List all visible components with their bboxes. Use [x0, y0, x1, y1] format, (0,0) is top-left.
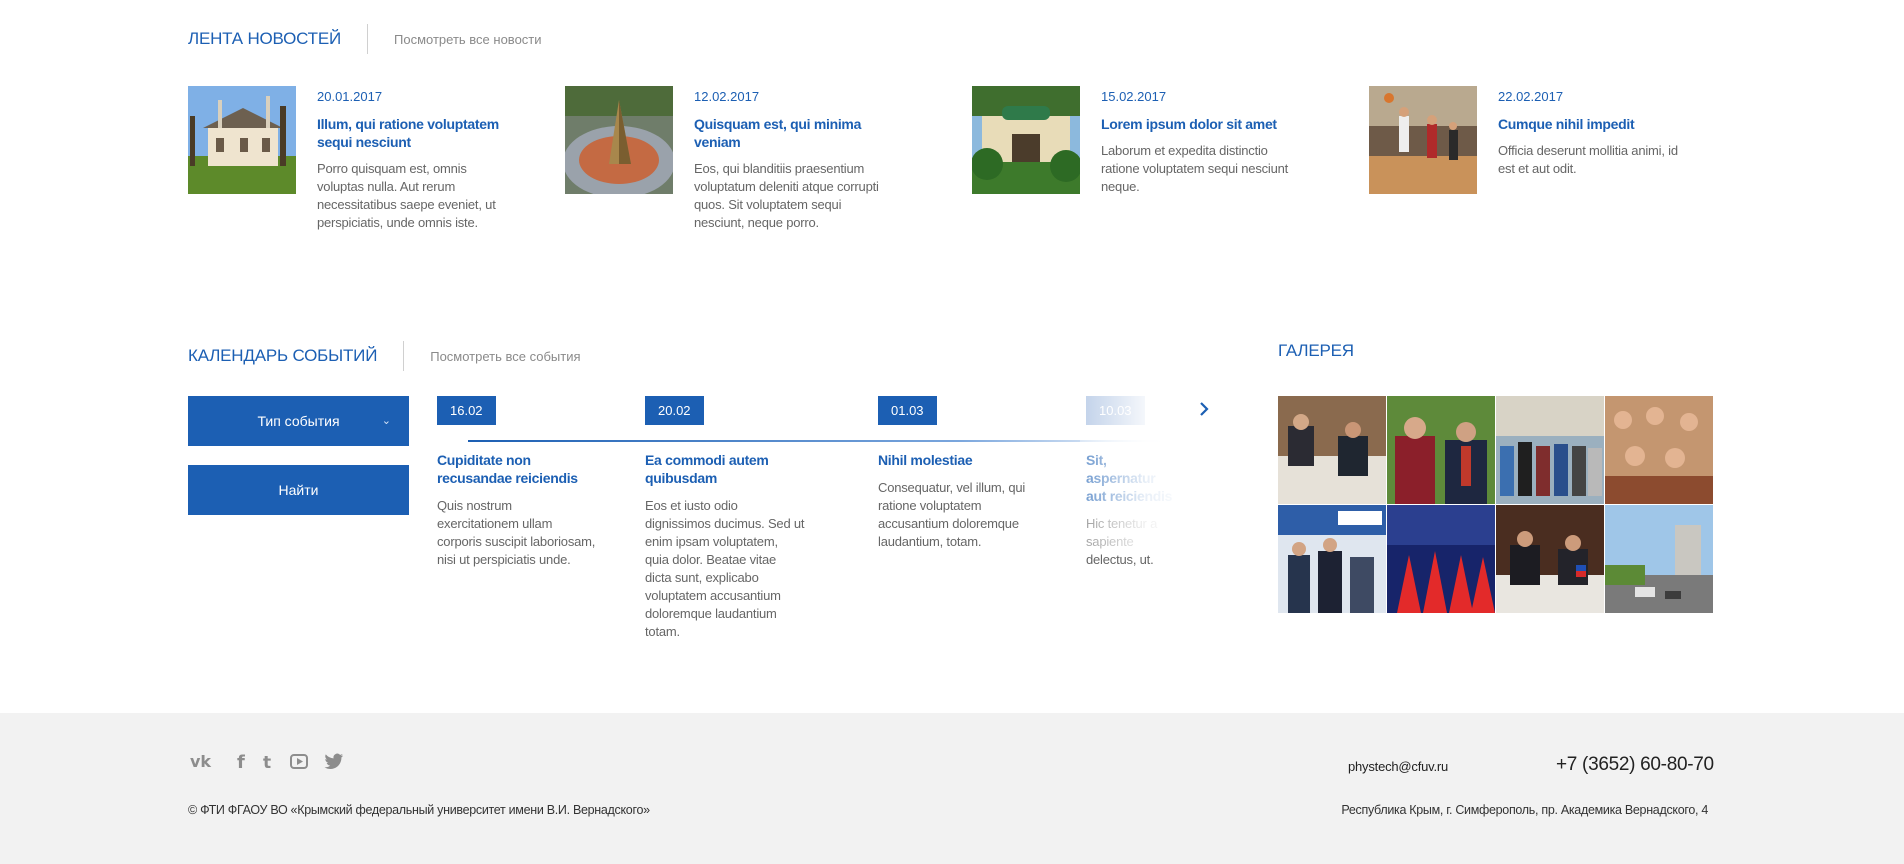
- divider: [403, 341, 405, 371]
- news-date: 22.02.2017: [1498, 89, 1564, 104]
- event-date-badge[interactable]: 20.02: [645, 396, 704, 425]
- find-button[interactable]: Найти: [188, 465, 409, 515]
- find-button-label: Найти: [278, 482, 319, 498]
- gallery-image[interactable]: [1605, 396, 1713, 504]
- news-thumbnail[interactable]: [972, 86, 1080, 194]
- news-body: 20.01.2017 Illum, qui ratione voluptatem…: [317, 86, 512, 232]
- gallery-image[interactable]: [1605, 505, 1713, 613]
- event-item: 01.03 Nihil molestiae Consequatur, vel i…: [878, 396, 1038, 551]
- event-title-link[interactable]: Ea commodi autem quibusdam: [645, 451, 805, 487]
- news-body: 22.02.2017 Cumque nihil impedit Officia …: [1498, 86, 1693, 194]
- gallery-image[interactable]: [1278, 396, 1386, 504]
- chevron-down-icon: ⌄: [381, 415, 391, 427]
- svg-text:f: f: [237, 752, 245, 770]
- event-description: Hic tenetur a sapiente delectus, ut.: [1086, 516, 1158, 567]
- news-title-link[interactable]: Lorem ipsum dolor sit amet: [1101, 115, 1296, 133]
- divider: [367, 24, 369, 54]
- news-body: 12.02.2017 Quisquam est, qui minima veni…: [694, 86, 889, 232]
- chevron-right-icon: [1200, 402, 1209, 416]
- event-date-badge[interactable]: 01.03: [878, 396, 937, 425]
- news-item: 12.02.2017 Quisquam est, qui minima veni…: [565, 86, 889, 232]
- event-title-link[interactable]: Cupiditate non recusandae reiciendis: [437, 451, 597, 487]
- footer-copyright: © ФТИ ФГАОУ ВО «Крымский федеральный уни…: [188, 803, 650, 817]
- youtube-icon[interactable]: [290, 752, 308, 770]
- view-all-events-link[interactable]: Посмотреть все события: [430, 349, 580, 364]
- gallery-section-title: ГАЛЕРЕЯ: [1278, 341, 1354, 360]
- footer-email-link[interactable]: phystech@cfuv.ru: [1348, 759, 1448, 774]
- gallery-image[interactable]: [1387, 505, 1495, 613]
- social-links: vk f t: [190, 752, 344, 770]
- footer: [0, 713, 1904, 864]
- news-section-title: ЛЕНТА НОВОСТЕЙ: [188, 29, 342, 48]
- event-type-select[interactable]: Тип события ⌄: [188, 396, 409, 446]
- event-item: 10.03 Sit, aspernatur aut reiciendis Hic…: [1086, 396, 1176, 569]
- gallery-image[interactable]: [1496, 396, 1604, 504]
- events-next-button[interactable]: [1194, 397, 1214, 421]
- events-header: КАЛЕНДАРЬ СОБЫТИЙ Посмотреть все события: [188, 341, 581, 371]
- news-excerpt: Laborum et expedita distinctio ratione v…: [1101, 143, 1289, 194]
- news-item: 20.01.2017 Illum, qui ratione voluptatem…: [188, 86, 512, 232]
- news-title-link[interactable]: Cumque nihil impedit: [1498, 115, 1693, 133]
- news-item: 15.02.2017 Lorem ipsum dolor sit amet La…: [972, 86, 1296, 196]
- news-item: 22.02.2017 Cumque nihil impedit Officia …: [1369, 86, 1693, 194]
- event-description: Consequatur, vel illum, qui ratione volu…: [878, 480, 1026, 549]
- news-thumbnail[interactable]: [188, 86, 296, 194]
- news-body: 15.02.2017 Lorem ipsum dolor sit amet La…: [1101, 86, 1296, 196]
- news-excerpt: Officia deserunt mollitia animi, id est …: [1498, 143, 1678, 176]
- news-thumbnail[interactable]: [565, 86, 673, 194]
- footer-phone: +7 (3652) 60-80-70: [1556, 754, 1714, 775]
- event-type-select-label: Тип события: [257, 413, 340, 429]
- gallery-image[interactable]: [1278, 505, 1386, 613]
- news-title-link[interactable]: Quisquam est, qui minima veniam: [694, 115, 889, 151]
- event-date-badge[interactable]: 10.03: [1086, 396, 1145, 425]
- news-thumbnail[interactable]: [1369, 86, 1477, 194]
- view-all-news-link[interactable]: Посмотреть все новости: [394, 32, 542, 47]
- facebook-icon[interactable]: f: [236, 752, 246, 770]
- twitter-icon[interactable]: [324, 753, 344, 769]
- event-item: 20.02 Ea commodi autem quibusdam Eos et …: [645, 396, 805, 641]
- news-excerpt: Eos, qui blanditiis praesentium voluptat…: [694, 161, 879, 230]
- news-date: 20.01.2017: [317, 89, 383, 104]
- vk-icon[interactable]: vk: [190, 753, 220, 769]
- tumblr-icon[interactable]: t: [262, 752, 274, 770]
- gallery-image[interactable]: [1496, 505, 1604, 613]
- svg-text:t: t: [263, 753, 271, 770]
- svg-text:vk: vk: [190, 753, 211, 769]
- event-title-link[interactable]: Nihil molestiae: [878, 451, 1038, 469]
- news-date: 12.02.2017: [694, 89, 760, 104]
- event-description: Eos et iusto odio dignissimos ducimus. S…: [645, 498, 805, 639]
- event-title-link[interactable]: Sit, aspernatur aut reiciendis: [1086, 451, 1176, 505]
- news-date: 15.02.2017: [1101, 89, 1167, 104]
- event-date-badge[interactable]: 16.02: [437, 396, 496, 425]
- gallery-grid: [1278, 396, 1714, 613]
- gallery-header: ГАЛЕРЕЯ: [1278, 341, 1354, 361]
- event-description: Quis nostrum exercitationem ullam corpor…: [437, 498, 596, 567]
- gallery-image[interactable]: [1387, 396, 1495, 504]
- news-excerpt: Porro quisquam est, omnis voluptas nulla…: [317, 161, 496, 230]
- footer-address: Республика Крым, г. Симферополь, пр. Ака…: [1341, 803, 1708, 817]
- events-section-title: КАЛЕНДАРЬ СОБЫТИЙ: [188, 346, 378, 365]
- news-header: ЛЕНТА НОВОСТЕЙ Посмотреть все новости: [188, 24, 542, 54]
- event-item: 16.02 Cupiditate non recusandae reiciend…: [437, 396, 597, 569]
- news-title-link[interactable]: Illum, qui ratione voluptatem sequi nesc…: [317, 115, 512, 151]
